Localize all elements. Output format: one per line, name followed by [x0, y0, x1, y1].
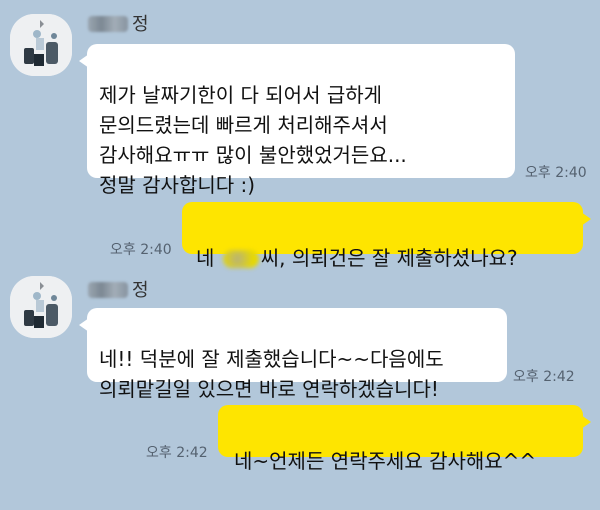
message-text: 네!! 덕분에 잘 제출했습니다~~다음에도 의뢰맡길일 있으면 바로 연락하겠…	[99, 347, 444, 401]
message-bubble-incoming[interactable]: 네!! 덕분에 잘 제출했습니다~~다음에도 의뢰맡길일 있으면 바로 연락하겠…	[79, 308, 507, 401]
sender-name: 정	[88, 10, 149, 36]
message-text: 제가 날짜기한이 다 되어서 급하게 문의드렸는데 빠르게 처리해주셔서 감사해…	[99, 83, 407, 197]
chat-room: 정 제가 날짜기한이 다 되어서 급하게 문의드렸는데 빠르게 처리해주셔서 감…	[0, 0, 600, 510]
profile-photo-icon	[10, 14, 72, 76]
avatar[interactable]	[10, 276, 72, 338]
message-timestamp: 오후 2:42	[146, 445, 208, 461]
message-timestamp: 오후 2:42	[513, 369, 575, 385]
sender-name: 정	[88, 276, 149, 302]
message-bubble-outgoing[interactable]: 네 씨, 의뢰건은 잘 제출하셨나요?	[182, 202, 591, 270]
message-bubble-outgoing[interactable]: 네~언제든 연락주세요 감사해요^^	[218, 405, 591, 473]
message-timestamp: 오후 2:40	[110, 242, 172, 258]
blurred-name-censor	[88, 282, 128, 298]
avatar[interactable]	[10, 14, 72, 76]
message-text-start: 네	[196, 246, 221, 270]
message-text-end: 씨, 의뢰건은 잘 제출하셨나요?	[260, 246, 518, 270]
message-bubble-incoming[interactable]: 제가 날짜기한이 다 되어서 급하게 문의드렸는데 빠르게 처리해주셔서 감사해…	[79, 44, 515, 197]
blurred-name-censor	[88, 16, 128, 32]
profile-photo-icon	[10, 276, 72, 338]
message-timestamp: 오후 2:40	[525, 165, 587, 181]
blurred-name-censor	[222, 250, 259, 268]
message-text: 네~언제든 연락주세요 감사해요^^	[234, 449, 537, 473]
